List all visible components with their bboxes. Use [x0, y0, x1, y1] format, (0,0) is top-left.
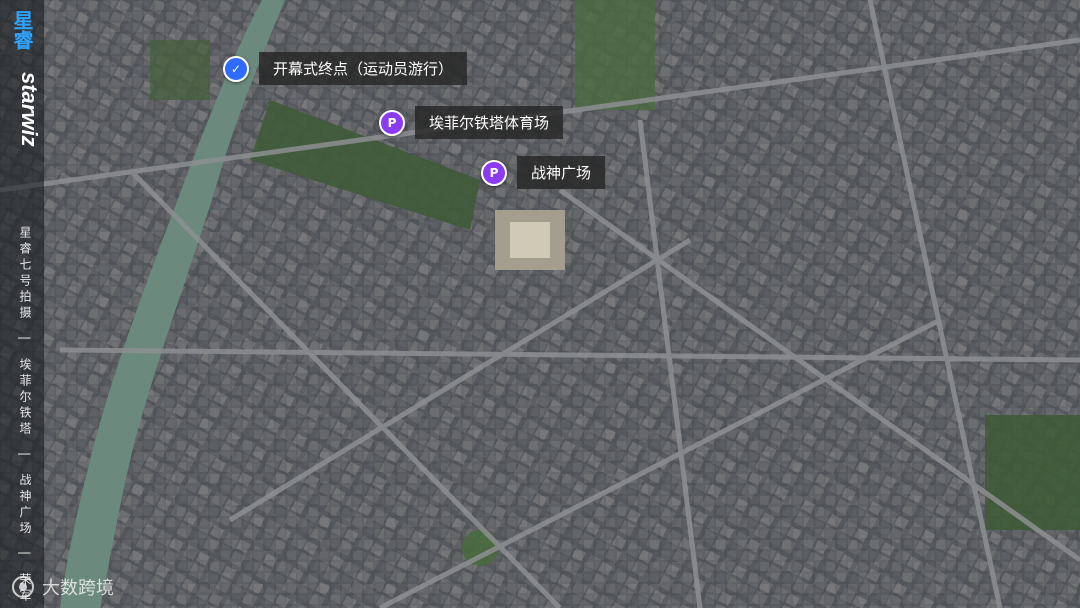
sidebar-caption: 星睿七号拍摄 | 埃菲尔铁塔 | 战神广场 | 荣军: [12, 226, 32, 605]
watermark-text: 大数跨境: [42, 578, 114, 599]
watermark-logo-icon: [12, 576, 34, 598]
sidebar: 星睿 starwiz 星睿七号拍摄 | 埃菲尔铁塔 | 战神广场 | 荣军: [0, 0, 44, 608]
marker-label: 开幕式终点（运动员游行）: [259, 52, 468, 85]
cemetery-park: [985, 415, 1080, 530]
caption-line: 战神广场: [18, 473, 32, 538]
marker-label: 战神广场: [517, 156, 606, 189]
caption-line: 埃菲尔铁塔: [18, 357, 32, 438]
marker-label: 埃菲尔铁塔体育场: [415, 106, 564, 139]
watermark: 大数跨境: [10, 572, 114, 602]
brand-logo-en: starwiz: [17, 72, 40, 147]
p-icon: P: [481, 159, 507, 186]
p-icon: P: [379, 109, 405, 136]
marker-champ-de-mars[interactable]: P 战神广场: [481, 156, 606, 189]
satellite-map[interactable]: [0, 0, 1080, 608]
invalides-garden: [575, 0, 655, 110]
check-icon: ✓: [223, 55, 249, 82]
caption-line: 星睿七号拍摄: [18, 226, 32, 322]
marker-eiffel-tower-stadium[interactable]: P 埃菲尔铁塔体育场: [379, 106, 564, 139]
brand-logo-cn: 星睿: [10, 10, 34, 50]
marker-opening-ceremony[interactable]: ✓ 开幕式终点（运动员游行）: [223, 52, 468, 85]
svg-text:starwiz: starwiz: [17, 72, 40, 147]
